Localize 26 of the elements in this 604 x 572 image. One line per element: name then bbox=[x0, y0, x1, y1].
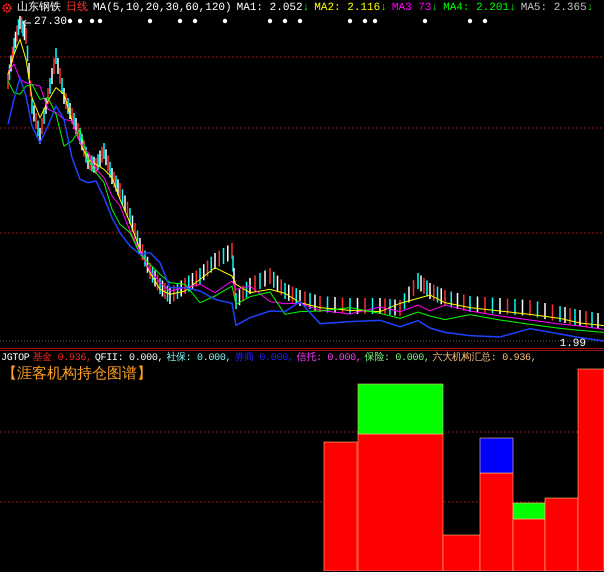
ma-value: MA4: 2.201 bbox=[443, 2, 510, 14]
indicator-title: 【涯客机构持仓图谱】 bbox=[2, 367, 152, 382]
indicator-value: 保险: 0.000, bbox=[364, 354, 430, 364]
down-arrow-icon: ↓ bbox=[586, 2, 594, 14]
indicator-value: 基金 0.936, bbox=[32, 354, 92, 364]
ma-params: MA(5,10,20,30,60,120) bbox=[93, 2, 232, 14]
stock-name: 山东钢铁 bbox=[17, 2, 61, 14]
down-arrow-icon: ↓ bbox=[302, 2, 310, 14]
down-arrow-icon: ↓ bbox=[380, 2, 387, 14]
pointer-arrow-icon bbox=[22, 18, 32, 28]
indicator-value: 券商 0.000, bbox=[234, 354, 294, 364]
price-label: 1.99 bbox=[560, 339, 586, 350]
indicator-value: 六大机构汇总: 0.936, bbox=[432, 354, 536, 364]
down-arrow-icon: ↓ bbox=[509, 2, 516, 14]
indicator-name: JGTOP bbox=[1, 354, 30, 364]
down-arrow-icon: ↓ bbox=[431, 2, 438, 14]
period-label: 日线 bbox=[66, 2, 88, 14]
gear-icon[interactable] bbox=[2, 3, 12, 13]
ma-value: MA2: 2.116 bbox=[314, 2, 380, 14]
indicator-value: QFII: 0.000, bbox=[94, 354, 164, 364]
ma-value: MA1: 2.052 bbox=[236, 2, 303, 14]
indicator-value: 社保: 0.000, bbox=[166, 354, 232, 364]
ma-value: MA5: 2.365 bbox=[520, 2, 587, 14]
indicator-value: 信托: 0.000, bbox=[296, 354, 362, 364]
price-label: 27.30 bbox=[34, 17, 68, 28]
ma-value: MA3 73 bbox=[392, 2, 432, 14]
